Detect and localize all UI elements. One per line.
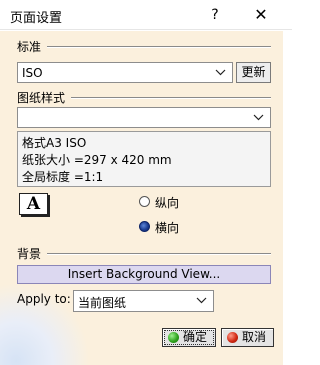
standard-select-value: ISO xyxy=(22,66,43,80)
portrait-label: 纵向 xyxy=(155,196,180,210)
sheet-info-box: 格式A3 ISO 纸张大小 =297 x 420 mm 全局标度 =1:1 xyxy=(17,131,271,187)
standard-select[interactable]: ISO xyxy=(17,62,233,83)
sheet-style-section-divider xyxy=(71,97,271,99)
landscape-radio[interactable] xyxy=(139,221,150,232)
sheet-style-section-label: 图纸样式 xyxy=(17,91,66,105)
landscape-label: 横向 xyxy=(155,221,180,235)
background-section-divider xyxy=(47,253,271,255)
insert-background-view-button[interactable]: Insert Background View... xyxy=(17,265,271,284)
sheet-format-text: 格式A3 ISO xyxy=(22,136,87,150)
letter-a-page-icon: A xyxy=(19,193,48,215)
cancel-button-label: 取消 xyxy=(242,330,267,344)
portrait-radio[interactable] xyxy=(139,196,150,207)
ok-button[interactable]: 确定 xyxy=(162,328,216,347)
help-button[interactable]: ? xyxy=(200,0,230,30)
global-scale-text: 全局标度 =1:1 xyxy=(22,170,104,184)
apply-to-label: Apply to: xyxy=(17,292,71,306)
close-icon[interactable]: ✕ xyxy=(246,0,276,30)
update-button[interactable]: 更新 xyxy=(236,62,271,83)
standard-section-divider xyxy=(47,46,271,48)
chevron-down-icon xyxy=(253,110,264,127)
title-bar: 页面设置 ? ✕ xyxy=(0,0,292,30)
red-dot-icon xyxy=(227,332,238,343)
paper-size-text: 纸张大小 =297 x 420 mm xyxy=(22,153,172,167)
ok-button-label: 确定 xyxy=(183,330,208,344)
apply-to-select-value: 当前图纸 xyxy=(78,296,127,310)
standard-section-label: 标准 xyxy=(17,40,42,54)
apply-to-select[interactable]: 当前图纸 xyxy=(73,290,214,312)
sheet-style-select[interactable] xyxy=(17,107,271,128)
cancel-button[interactable]: 取消 xyxy=(221,328,274,347)
chevron-down-icon xyxy=(196,293,207,310)
green-dot-icon xyxy=(168,332,179,343)
dialog-title: 页面设置 xyxy=(10,11,63,26)
chevron-down-icon xyxy=(215,65,226,82)
window-edge xyxy=(283,31,292,365)
background-section-label: 背景 xyxy=(17,247,42,261)
